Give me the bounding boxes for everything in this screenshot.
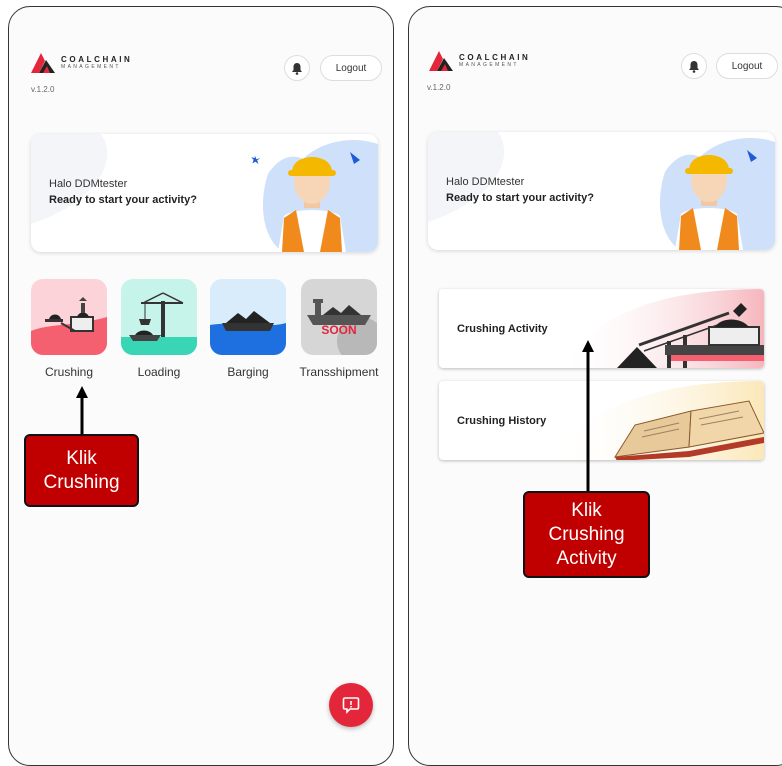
crushing-icon (31, 297, 107, 355)
greeting-hello: Halo DDMtester (446, 176, 525, 188)
coalchain-logo: COALCHAIN MANAGEMENT (427, 49, 530, 73)
callout-line-2: Crushing (43, 471, 120, 493)
callout-klik-crushing-activity: Klik Crushing Activity (523, 491, 650, 578)
barge-icon (210, 311, 286, 355)
logo-name: COALCHAIN (61, 55, 133, 64)
crushing-history-card[interactable]: Crushing History (439, 381, 764, 460)
greeting-question: Ready to start your activity? (49, 194, 197, 206)
crushing-menu-button[interactable] (31, 279, 107, 355)
greeting-card: Halo DDMtester Ready to start your activ… (428, 132, 775, 250)
callout-line-1: Klik (571, 499, 602, 521)
crushing-label: Crushing (44, 365, 94, 379)
bell-icon (292, 62, 302, 75)
logout-button[interactable]: Logout (716, 53, 778, 79)
coalchain-logo: COALCHAIN MANAGEMENT (29, 51, 132, 75)
feedback-fab-button[interactable] (329, 683, 373, 727)
left-phone-screen: COALCHAIN MANAGEMENT v.1.2.0 Logout Halo… (8, 6, 394, 766)
version-label: v.1.2.0 (427, 83, 451, 92)
card-decoration (31, 134, 108, 224)
card-decoration (428, 132, 505, 222)
transshipment-label: Transshipment (299, 365, 379, 379)
callout-line-2: Crushing (548, 523, 625, 545)
callout-line-3: Activity (556, 547, 617, 569)
barging-label: Barging (227, 365, 269, 379)
crushing-activity-card[interactable]: Crushing Activity (439, 289, 764, 368)
crushing-activity-label: Crushing Activity (457, 323, 548, 335)
coalchain-logo-icon (31, 53, 55, 73)
logo-subtitle: MANAGEMENT (61, 64, 121, 70)
logo-name: COALCHAIN (459, 53, 531, 62)
greeting-card: Halo DDMtester Ready to start your activ… (31, 134, 378, 252)
notification-button[interactable] (681, 53, 707, 79)
greeting-question: Ready to start your activity? (446, 192, 594, 204)
greeting-hello: Halo DDMtester (49, 178, 128, 190)
loading-menu-button[interactable] (121, 279, 197, 355)
logout-button[interactable]: Logout (320, 55, 382, 81)
crushing-history-label: Crushing History (457, 415, 547, 427)
worker-illustration-icon (251, 139, 378, 252)
coalchain-logo-icon (429, 51, 453, 71)
ship-icon (307, 299, 377, 355)
logo-subtitle: MANAGEMENT (459, 62, 519, 68)
version-label: v.1.2.0 (31, 85, 55, 94)
callout-line-1: Klik (66, 447, 97, 469)
transshipment-menu-button[interactable]: SOON (301, 279, 377, 355)
arrow-up-icon (582, 340, 594, 496)
bell-icon (689, 60, 699, 73)
worker-illustration-icon (660, 137, 775, 250)
soon-badge: SOON (321, 323, 357, 337)
notification-button[interactable] (284, 55, 310, 81)
feedback-icon (342, 697, 360, 714)
loading-label: Loading (137, 365, 181, 379)
loading-crane-icon (121, 292, 197, 355)
callout-klik-crushing: Klik Crushing (24, 434, 139, 507)
barging-menu-button[interactable] (210, 279, 286, 355)
arrow-up-icon (76, 386, 88, 434)
